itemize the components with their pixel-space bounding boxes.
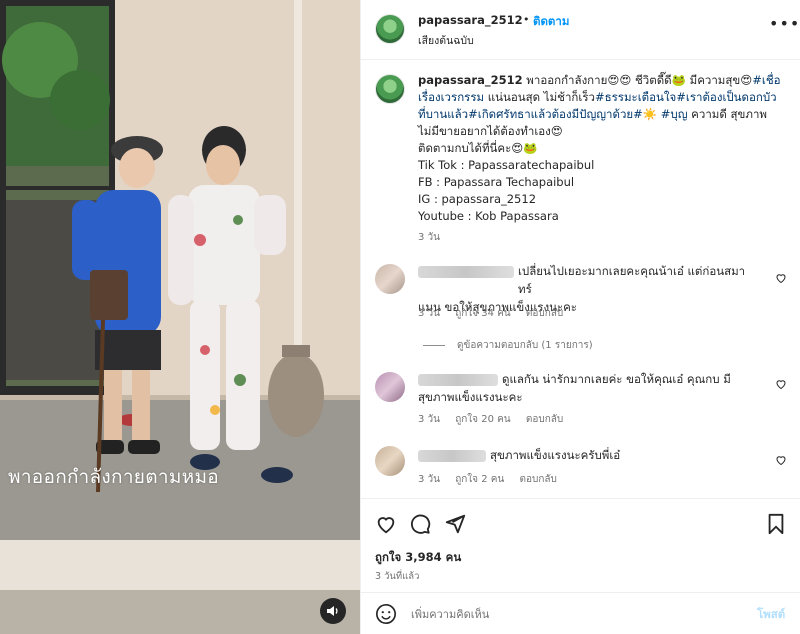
comment-line: สุขภาพแข็งแรงนะครับพี่เอ๋ (490, 448, 621, 462)
avatar[interactable] (375, 264, 405, 294)
sound-icon (327, 606, 338, 616)
post-header: papassara_2512 • ติดตาม เสียงต้นฉบับ ••• (361, 0, 800, 60)
comment-composer: โพสต์ (361, 592, 800, 634)
caption-line: Youtube : Kob Papassara (418, 209, 559, 223)
comment-time: 3 วัน (418, 414, 440, 425)
caption-line: ติดตามกบได้ที่นี่คะ😍🐸 (418, 141, 538, 155)
post-comment-button[interactable]: โพสต์ (757, 606, 785, 624)
caption-timestamp: 3 วัน (418, 232, 440, 243)
separator-dot: • (523, 13, 530, 26)
post-video[interactable]: พาออกกำลังกายตามหมอ (0, 0, 360, 634)
caption-avatar[interactable] (375, 74, 405, 104)
post-actions: ถูกใจ 3,984 คน 3 วันที่แล้ว (361, 498, 800, 588)
share-icon[interactable] (444, 513, 466, 535)
heart-icon[interactable] (775, 272, 787, 284)
replies-divider-line (423, 345, 445, 346)
hashtag-link[interactable]: เรื่องเวรกรรม (418, 90, 484, 104)
post-side-panel: papassara_2512 • ติดตาม เสียงต้นฉบับ •••… (360, 0, 800, 634)
instagram-post-view: พาออกกำลังกายตามหมอ papassara_2512 • ติด… (0, 0, 800, 634)
bookmark-icon[interactable] (766, 513, 786, 535)
emoji-icon[interactable] (375, 603, 397, 625)
more-icon[interactable]: ••• (769, 14, 800, 33)
caption-username[interactable]: papassara_2512 (418, 73, 523, 87)
caption-text: papassara_2512 พาออกกำลังกาย😍😍 ชีวิตดี๊ด… (418, 72, 794, 225)
hashtag-link[interactable]: #เกิดศรัทธาแล้วต้องมีปัญญาด้วย (468, 107, 633, 121)
comment-time: 3 วัน (418, 474, 440, 485)
comment-input[interactable] (411, 603, 741, 625)
view-replies-button[interactable]: ดูข้อความตอบกลับ (1 รายการ) (423, 338, 593, 353)
reply-button[interactable]: ตอบกลับ (519, 474, 556, 485)
comment-text: ดูแลกัน น่ารักมากเลยค่ะ ขอให้คุณเอ๋ คุณก… (418, 370, 754, 406)
caption-line2-text: แน่นอนสุด ไม่ช้าก็เร็ว (484, 90, 595, 104)
audio-link[interactable]: เสียงต้นฉบับ (418, 32, 474, 49)
comment-line: เปลี่ยนไปเยอะมากเลยคะคุณน้าเอ๋ แต่ก่อนสม… (518, 264, 746, 296)
comment-time: 3 วัน (418, 308, 440, 319)
caption-line: ไม่มีขายอยากได้ต้องทำเอง😍 (418, 124, 563, 138)
video-overlay-text: พาออกกำลังกายตามหมอ (8, 466, 220, 488)
video-frame-illustration (0, 0, 360, 634)
username-link[interactable]: papassara_2512 (418, 13, 523, 27)
caption-line: FB : Papassara Techapaibul (418, 175, 575, 189)
comment-meta: 3 วัน ถูกใจ 20 คน ตอบกลับ (418, 412, 575, 427)
sound-toggle-button[interactable] (320, 598, 346, 624)
comment-likes[interactable]: ถูกใจ 2 คน (455, 474, 504, 485)
likes-count[interactable]: ถูกใจ 3,984 คน (375, 549, 461, 567)
comment-likes[interactable]: ถูกใจ 20 คน (455, 414, 510, 425)
hashtag-link[interactable]: #บุญ (661, 107, 688, 121)
caption-line3-text: ความดี สุขภาพ (687, 107, 767, 121)
caption-line: IG : papassara_2512 (418, 192, 537, 206)
comment-text: สุขภาพแข็งแรงนะครับพี่เอ๋ (418, 446, 754, 464)
heart-icon[interactable] (775, 454, 787, 466)
avatar[interactable] (375, 14, 405, 44)
caption-line: Tik Tok : Papassaratechapaibul (418, 158, 595, 172)
reply-button[interactable]: ตอบกลับ (526, 308, 563, 319)
avatar[interactable] (375, 372, 405, 402)
comment-likes[interactable]: ถูกใจ 34 คน (455, 308, 510, 319)
reply-button[interactable]: ตอบกลับ (526, 414, 563, 425)
view-replies-label: ดูข้อความตอบกลับ (1 รายการ) (457, 340, 593, 351)
hashtag-link[interactable]: #ธรรมะเตือนใจ (595, 90, 676, 104)
comment-meta: 3 วัน ถูกใจ 34 คน ตอบกลับ (418, 306, 575, 321)
heart-icon[interactable] (775, 378, 787, 390)
comment-line: ดูแลกัน น่ารักมากเลยค่ะ ขอให้คุณเอ๋ คุณก… (502, 372, 731, 386)
like-heart-icon[interactable] (375, 513, 397, 535)
hashtag-link[interactable]: #☀️ (633, 107, 661, 121)
comment-meta: 3 วัน ถูกใจ 2 คน ตอบกลับ (418, 472, 569, 487)
avatar[interactable] (375, 446, 405, 476)
hashtag-link[interactable]: #เราต้องเป็นดอกบัว (676, 90, 776, 104)
post-age: 3 วันที่แล้ว (375, 571, 420, 582)
follow-button[interactable]: ติดตาม (533, 13, 569, 31)
comment-icon[interactable] (409, 513, 431, 535)
hashtag-link[interactable]: ที่บานแล้ว (418, 107, 468, 121)
caption-line1-text: พาออกกำลังกาย😍😍 ชีวิตดี๊ดี🐸 มีความสุข😍 (522, 73, 753, 87)
comment-line: สุขภาพแข็งแรงนะคะ (418, 390, 523, 404)
hashtag-link[interactable]: #เชื่อ (752, 73, 780, 87)
